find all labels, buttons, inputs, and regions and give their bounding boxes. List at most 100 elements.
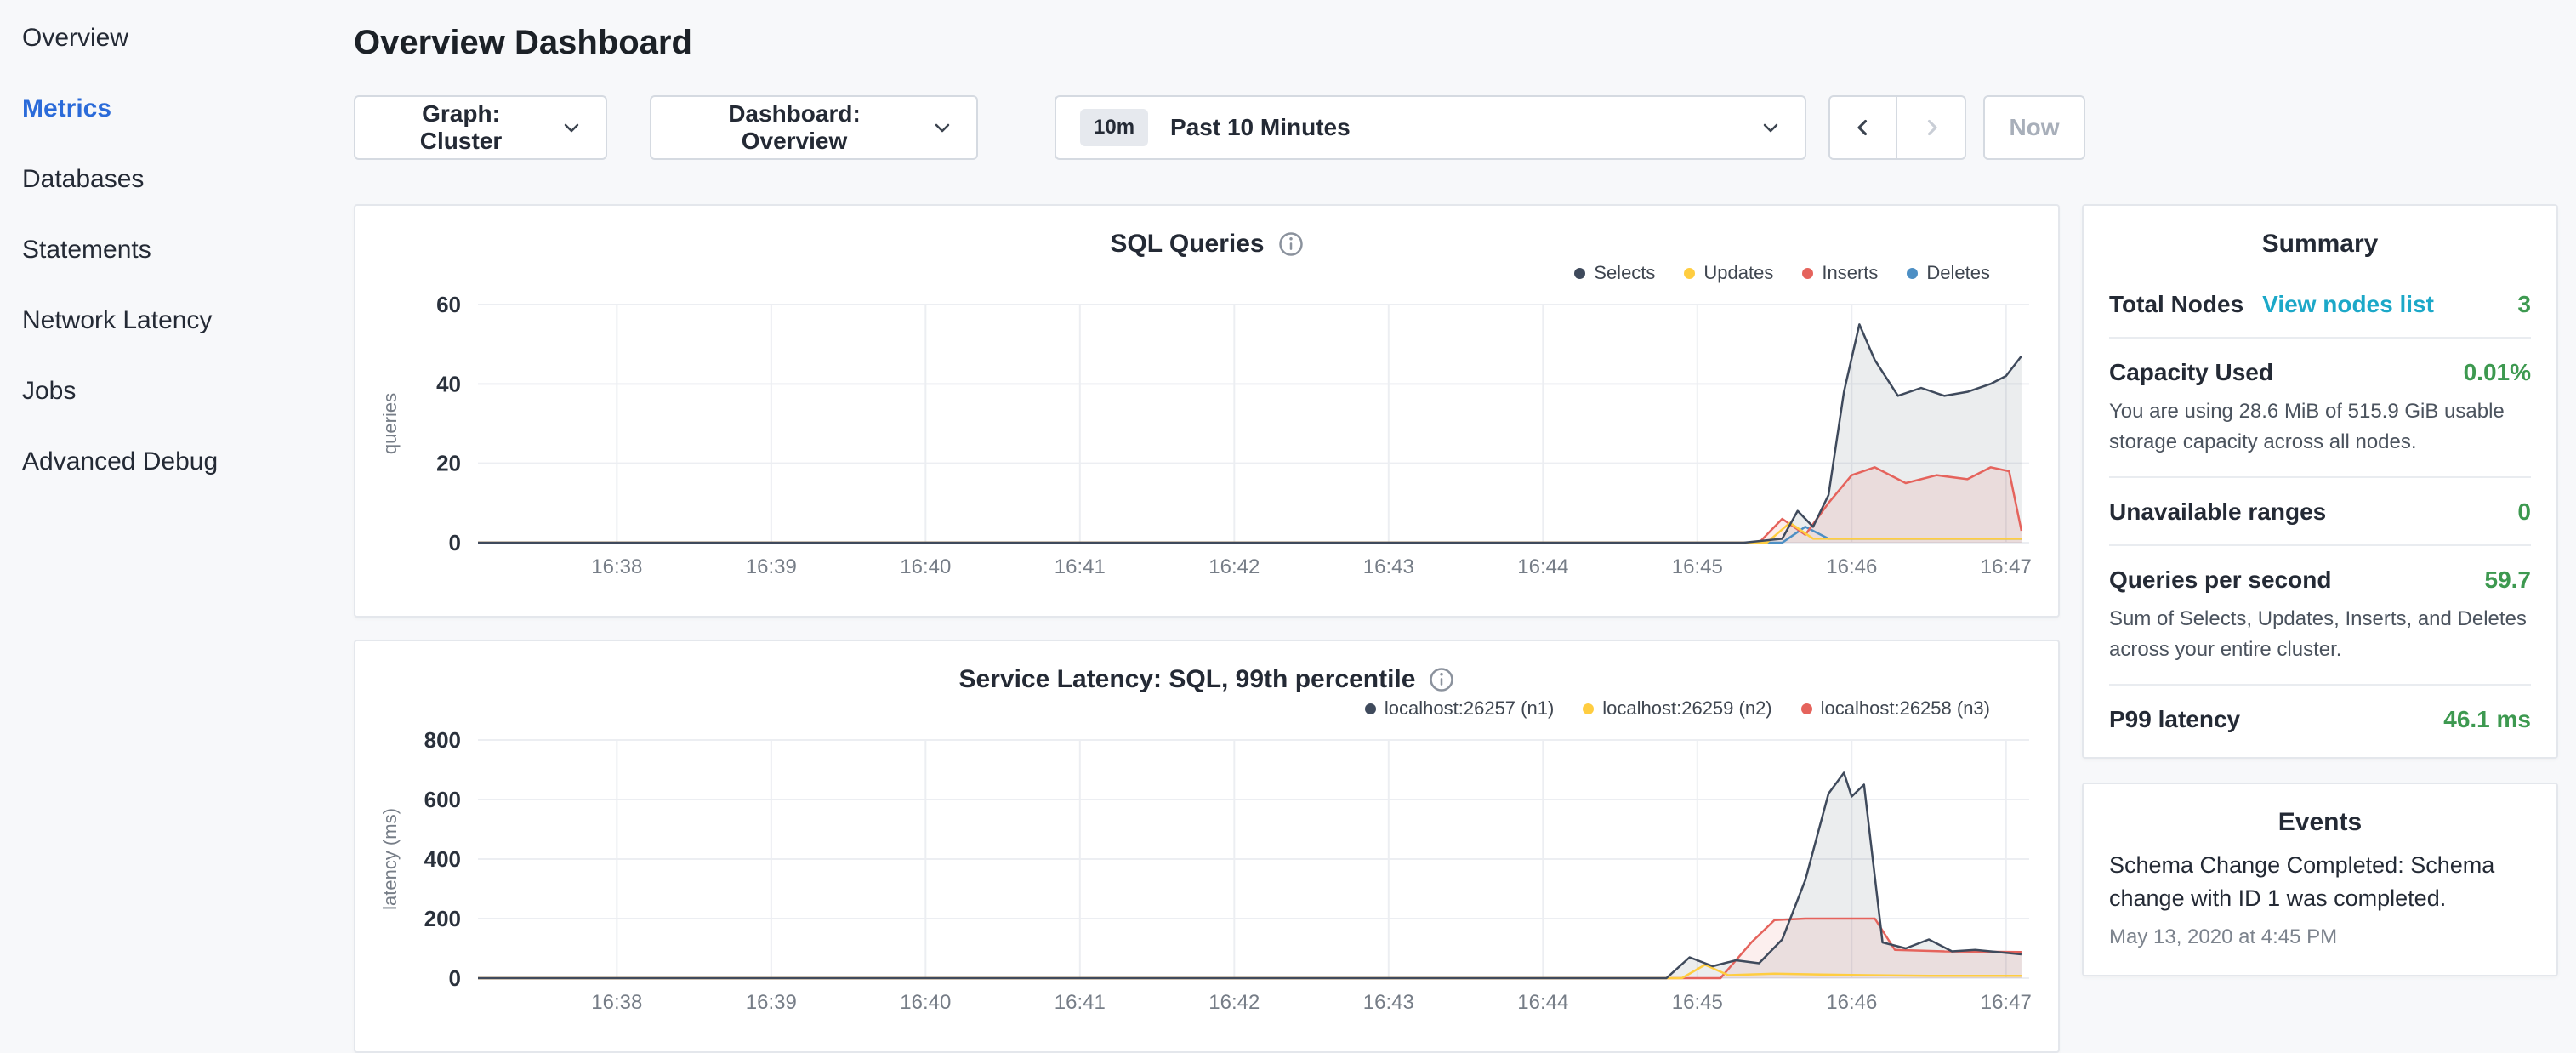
summary-value: 0 — [2517, 498, 2531, 526]
sidebar-item-metrics[interactable]: Metrics — [22, 93, 354, 125]
summary-panel: Summary Total Nodes View nodes list 3 — [2082, 204, 2558, 759]
summary-title: Summary — [2109, 230, 2531, 259]
dashboard-dropdown[interactable]: Dashboard: Overview — [650, 95, 978, 160]
svg-text:16:45: 16:45 — [1672, 555, 1723, 578]
graph-dropdown-label: Graph: Cluster — [379, 100, 543, 155]
svg-text:16:43: 16:43 — [1363, 555, 1414, 578]
legend-item[interactable]: localhost:26258 (n3) — [1801, 697, 1990, 720]
events-title: Events — [2109, 808, 2531, 837]
sidebar: Overview Metrics Databases Statements Ne… — [0, 0, 354, 1051]
events-panel: Events Schema Change Completed: Schema c… — [2082, 783, 2558, 976]
summary-value: 59.7 — [2485, 566, 2532, 594]
svg-text:16:39: 16:39 — [746, 991, 797, 1014]
svg-text:16:38: 16:38 — [591, 991, 642, 1014]
svg-text:16:39: 16:39 — [746, 555, 797, 578]
svg-text:queries: queries — [379, 393, 401, 454]
app-root: Overview Metrics Databases Statements Ne… — [0, 0, 2576, 1051]
graph-dropdown[interactable]: Graph: Cluster — [354, 95, 607, 160]
summary-description: You are using 28.6 MiB of 515.9 GiB usab… — [2109, 396, 2531, 458]
svg-text:16:44: 16:44 — [1517, 555, 1568, 578]
sidebar-item-statements[interactable]: Statements — [22, 234, 354, 266]
service-latency-chart-card: Service Latency: SQL, 99th percentile lo… — [354, 640, 2060, 1053]
summary-row-capacity-used: Capacity Used 0.01% You are using 28.6 M… — [2109, 339, 2531, 478]
event-item[interactable]: Schema Change Completed: Schema change w… — [2109, 849, 2531, 949]
legend-label: Deletes — [1926, 262, 1990, 284]
summary-row-p99-latency: P99 latency 46.1 ms — [2109, 686, 2531, 752]
chevron-down-icon — [561, 117, 582, 138]
legend-dot — [1802, 268, 1813, 279]
right-sidebar: Summary Total Nodes View nodes list 3 — [2082, 204, 2558, 1053]
sidebar-item-databases[interactable]: Databases — [22, 163, 354, 196]
svg-text:16:46: 16:46 — [1826, 555, 1877, 578]
svg-text:16:44: 16:44 — [1517, 991, 1568, 1014]
svg-text:16:42: 16:42 — [1208, 555, 1260, 578]
legend-item[interactable]: localhost:26259 (n2) — [1583, 697, 1771, 720]
summary-label: Unavailable ranges — [2109, 498, 2326, 526]
sidebar-item-network-latency[interactable]: Network Latency — [22, 305, 354, 337]
legend-item[interactable]: Inserts — [1802, 262, 1878, 284]
sql-queries-chart-card: SQL Queries SelectsUpdatesInsertsDeletes… — [354, 204, 2060, 618]
svg-text:200: 200 — [424, 906, 461, 931]
summary-row-queries-per-second: Queries per second 59.7 Sum of Selects, … — [2109, 546, 2531, 686]
legend-label: Selects — [1594, 262, 1655, 284]
legend-item[interactable]: localhost:26257 (n1) — [1365, 697, 1554, 720]
dashboard-content: SQL Queries SelectsUpdatesInsertsDeletes… — [354, 204, 2576, 1053]
legend-label: Inserts — [1822, 262, 1878, 284]
svg-text:800: 800 — [424, 728, 461, 753]
time-range-label: Past 10 Minutes — [1170, 114, 1351, 141]
svg-text:16:42: 16:42 — [1208, 991, 1260, 1014]
legend-item[interactable]: Updates — [1684, 262, 1773, 284]
legend-label: Updates — [1703, 262, 1773, 284]
event-timestamp: May 13, 2020 at 4:45 PM — [2109, 925, 2531, 949]
legend-dot — [1583, 703, 1594, 714]
legend-label: localhost:26257 (n1) — [1385, 697, 1554, 720]
svg-text:400: 400 — [424, 846, 461, 872]
view-nodes-list-link[interactable]: View nodes list — [2262, 291, 2434, 318]
svg-text:16:40: 16:40 — [900, 991, 951, 1014]
service-latency-chart[interactable]: 020040060080016:3816:3916:4016:4116:4216… — [376, 728, 2038, 1017]
time-step-buttons — [1828, 95, 1966, 160]
chart-title: Service Latency: SQL, 99th percentile — [959, 665, 1416, 694]
sidebar-item-jobs[interactable]: Jobs — [22, 375, 354, 407]
sql-queries-chart[interactable]: 020406016:3816:3916:4016:4116:4216:4316:… — [376, 293, 2038, 582]
chart-legend: localhost:26257 (n1) localhost:26259 (n2)… — [376, 696, 1990, 721]
chevron-down-icon — [932, 117, 952, 138]
time-range-picker[interactable]: 10m Past 10 Minutes — [1055, 95, 1806, 160]
info-icon[interactable] — [1278, 231, 1304, 257]
legend-dot — [1365, 703, 1376, 714]
chart-legend: Selects Updates Inserts Deletes — [376, 260, 1990, 286]
main-content: Overview Dashboard Graph: Cluster Dashbo… — [354, 0, 2576, 1051]
sidebar-item-overview[interactable]: Overview — [22, 22, 354, 54]
info-icon[interactable] — [1429, 667, 1454, 692]
summary-label: P99 latency — [2109, 706, 2240, 733]
svg-text:16:47: 16:47 — [1981, 991, 2032, 1014]
legend-label: localhost:26258 (n3) — [1821, 697, 1990, 720]
svg-text:20: 20 — [436, 451, 461, 476]
chevron-left-icon — [1851, 115, 1876, 140]
svg-text:16:45: 16:45 — [1672, 991, 1723, 1014]
page-title: Overview Dashboard — [354, 22, 2576, 63]
legend-item[interactable]: Selects — [1574, 262, 1655, 284]
svg-text:40: 40 — [436, 371, 461, 396]
svg-text:16:47: 16:47 — [1981, 555, 2032, 578]
chevron-right-icon — [1919, 115, 1944, 140]
svg-text:600: 600 — [424, 787, 461, 812]
legend-label: localhost:26259 (n2) — [1602, 697, 1771, 720]
summary-description: Sum of Selects, Updates, Inserts, and De… — [2109, 604, 2531, 665]
legend-dot — [1684, 268, 1695, 279]
summary-value: 0.01% — [2464, 359, 2531, 386]
previous-time-button[interactable] — [1828, 95, 1897, 160]
svg-text:0: 0 — [449, 530, 461, 555]
chevron-down-icon — [1760, 117, 1781, 138]
next-time-button[interactable] — [1897, 95, 1966, 160]
controls-bar: Graph: Cluster Dashboard: Overview 10m P… — [354, 95, 2576, 160]
svg-text:16:46: 16:46 — [1826, 991, 1877, 1014]
legend-item[interactable]: Deletes — [1907, 262, 1990, 284]
svg-text:16:41: 16:41 — [1055, 555, 1106, 578]
event-text: Schema Change Completed: Schema change w… — [2109, 849, 2531, 915]
legend-dot — [1801, 703, 1812, 714]
now-button[interactable]: Now — [1983, 95, 2085, 160]
summary-label: Capacity Used — [2109, 359, 2273, 386]
sidebar-item-advanced-debug[interactable]: Advanced Debug — [22, 446, 354, 478]
summary-row-unavailable-ranges: Unavailable ranges 0 — [2109, 478, 2531, 546]
